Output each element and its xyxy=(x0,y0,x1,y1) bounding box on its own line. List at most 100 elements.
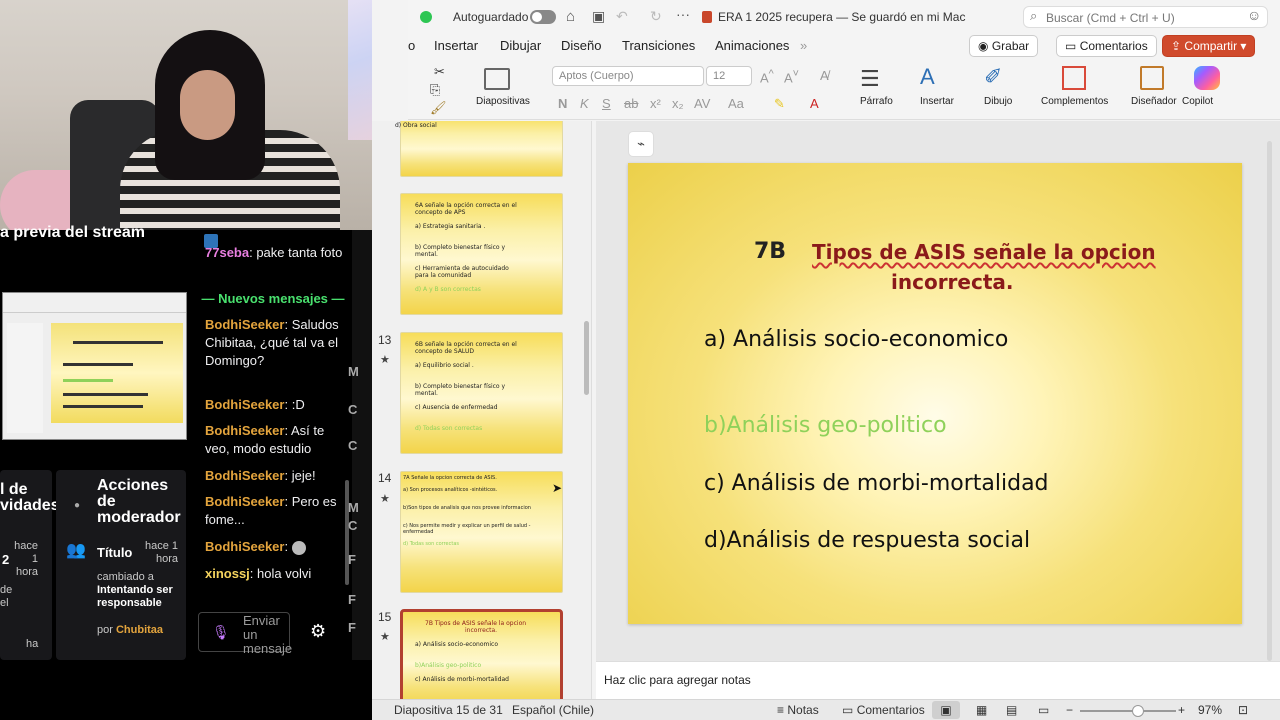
cut-icon[interactable]: ✂ xyxy=(434,64,445,80)
tab-insertar[interactable]: Insertar xyxy=(434,38,478,53)
mini-text-line xyxy=(63,379,113,382)
copilot-icon[interactable] xyxy=(1194,66,1220,90)
chat-message: BodhiSeeker: Saludos Chibitaa, ¿qué tal … xyxy=(205,316,345,370)
chat-message: 77seba: pake tanta foto xyxy=(205,244,345,262)
sorter-view-icon[interactable]: ▦ xyxy=(976,703,987,717)
account-icon[interactable]: ☺ xyxy=(1247,7,1261,23)
strikethrough-icon[interactable]: ab xyxy=(624,96,638,111)
fit-slide-icon[interactable]: ⊡ xyxy=(1238,703,1248,717)
subscript-icon[interactable]: x₂ xyxy=(672,96,684,111)
highlight-icon[interactable]: ✎ xyxy=(774,96,785,112)
slide-thumbnail[interactable]: 6A señale la opción correcta en el concep… xyxy=(400,193,563,315)
tab-transiciones[interactable]: Transiciones xyxy=(622,38,695,53)
microphone-icon[interactable]: 🎙 xyxy=(212,623,230,641)
slide-thumbnail-selected[interactable]: 7B Tipos de ASIS señale la opcion incorre… xyxy=(400,609,563,699)
slide-thumbnail[interactable]: 7A Señale la opcion correcta de ASIS. a)… xyxy=(400,471,563,593)
strip-letter: F xyxy=(348,620,356,635)
stream-preview-thumbnail[interactable] xyxy=(2,292,187,440)
slide-thumbnail[interactable]: 6B señale la opción correcta en el concep… xyxy=(400,332,563,454)
chat-username[interactable]: xinossj xyxy=(205,566,250,581)
superscript-icon[interactable]: x² xyxy=(650,96,661,111)
bold-icon[interactable]: N xyxy=(558,96,567,111)
notes-pane[interactable]: Haz clic para agregar notas xyxy=(596,661,1280,699)
underline-icon[interactable]: S xyxy=(602,96,611,111)
strip-letter: F xyxy=(348,552,356,567)
zoom-window-button[interactable] xyxy=(420,11,432,23)
mini-thumb-rail xyxy=(7,323,43,433)
font-family-select[interactable]: Aptos (Cuerpo) xyxy=(552,66,704,86)
record-icon: ◉ xyxy=(978,39,989,53)
side-strip: M C C M C F F F xyxy=(348,230,372,660)
zoom-slider[interactable] xyxy=(1080,705,1176,717)
char-spacing-icon[interactable]: AV xyxy=(694,96,710,111)
mod-bullet-icon: ● xyxy=(74,500,81,511)
mod-item-by-user[interactable]: Chubitaa xyxy=(116,624,163,636)
reading-view-icon[interactable]: ▤ xyxy=(1006,703,1017,717)
slideshow-icon[interactable]: ▭ xyxy=(1038,703,1049,717)
language-indicator[interactable]: Español (Chile) xyxy=(512,703,594,717)
addins-icon[interactable] xyxy=(1062,66,1086,90)
activity-time-2: ha xyxy=(26,638,39,650)
tab-diseno[interactable]: Diseño xyxy=(561,38,601,53)
font-size-select[interactable]: 12 xyxy=(706,66,752,86)
slides-icon[interactable] xyxy=(484,68,510,90)
chat-username[interactable]: BodhiSeeker xyxy=(205,317,284,332)
redo-icon[interactable]: ↻ xyxy=(650,8,662,25)
draw-icon[interactable]: ✐ xyxy=(984,64,1002,90)
tab-dibujar[interactable]: Dibujar xyxy=(500,38,541,53)
chat-username[interactable]: BodhiSeeker xyxy=(205,494,284,509)
chat-username[interactable]: 77seba xyxy=(205,245,249,260)
italic-icon[interactable]: K xyxy=(580,96,589,111)
zoom-level[interactable]: 97% xyxy=(1198,703,1222,717)
grow-font-icon[interactable]: A^ xyxy=(760,68,774,85)
chat-message: BodhiSeeker: Pero es fome... xyxy=(205,493,345,529)
autosave-label: Autoguardado xyxy=(453,10,529,24)
zoom-in-icon[interactable]: + xyxy=(1178,703,1185,717)
autosave-toggle[interactable] xyxy=(530,10,556,24)
copy-icon[interactable]: ⎘ xyxy=(430,82,440,98)
tab-file[interactable]: o xyxy=(408,38,415,53)
home-icon[interactable]: ⌂ xyxy=(566,8,575,25)
designer-icon[interactable] xyxy=(1140,66,1164,90)
insert-textbox-icon[interactable]: A xyxy=(920,64,935,90)
gear-icon[interactable]: ⚙ xyxy=(310,622,326,640)
slide-thumbnail[interactable]: d) Obra social xyxy=(395,121,563,177)
more-icon[interactable]: ··· xyxy=(676,6,690,22)
powerpoint-window: Autoguardado ⌂ ▣ ↶ ↻ ··· ERA 1 2025 recu… xyxy=(372,0,1280,720)
more-tabs-icon[interactable]: » xyxy=(800,38,807,53)
search-icon: ⌕ xyxy=(1030,8,1038,23)
search-input[interactable]: Buscar (Cmd + Ctrl + U) xyxy=(1023,6,1268,28)
chat-username[interactable]: BodhiSeeker xyxy=(205,468,284,483)
notes-toggle[interactable]: ≡ Notas xyxy=(777,703,819,717)
copilot-prompt-icon[interactable]: ⌁ xyxy=(628,131,654,157)
slide-title: Tipos de ASIS señale la opcion xyxy=(812,240,1156,264)
addins-label: Complementos xyxy=(1041,96,1109,107)
zoom-slider-thumb[interactable] xyxy=(1131,705,1144,717)
thumbnail-text: 7B Tipos de ASIS señale la opcion incorre… xyxy=(415,620,527,683)
slide-scrollbar[interactable] xyxy=(1267,141,1272,661)
document-title[interactable]: ERA 1 2025 recupera — Se guardó en mi Ma… xyxy=(718,10,965,24)
comments-button[interactable]: ▭ Comentarios xyxy=(1056,35,1157,57)
comments-toggle[interactable]: ▭ Comentarios xyxy=(842,703,925,717)
paragraph-icon[interactable]: ☰ xyxy=(860,66,880,92)
mod-item-desc: cambiado a xyxy=(97,571,154,583)
format-painter-icon[interactable]: 🖌 xyxy=(430,100,447,116)
chat-username[interactable]: BodhiSeeker xyxy=(205,397,284,412)
thumbnail-text: d) Obra social xyxy=(395,122,437,129)
mini-text-line xyxy=(73,341,163,344)
thumbnail-scrollbar[interactable] xyxy=(584,321,589,395)
clear-format-icon[interactable]: A̸ xyxy=(820,68,829,83)
shrink-font-icon[interactable]: A˅ xyxy=(784,68,799,85)
save-icon[interactable]: ▣ xyxy=(592,8,605,25)
tab-animaciones[interactable]: Animaciones xyxy=(715,38,789,53)
share-button[interactable]: ⇪ Compartir ▾ xyxy=(1162,35,1256,57)
current-slide[interactable]: 7B Tipos de ASIS señale la opcion incorr… xyxy=(628,163,1242,624)
undo-icon[interactable]: ↶ xyxy=(616,8,628,25)
chat-username[interactable]: BodhiSeeker xyxy=(205,539,284,554)
normal-view-icon[interactable]: ▣ xyxy=(932,701,960,719)
record-button[interactable]: ◉ Grabar xyxy=(969,35,1039,57)
zoom-out-icon[interactable]: − xyxy=(1066,703,1073,717)
font-color-icon[interactable]: A xyxy=(810,96,819,111)
change-case-icon[interactable]: Aa xyxy=(728,96,744,111)
chat-username[interactable]: BodhiSeeker xyxy=(205,423,284,438)
